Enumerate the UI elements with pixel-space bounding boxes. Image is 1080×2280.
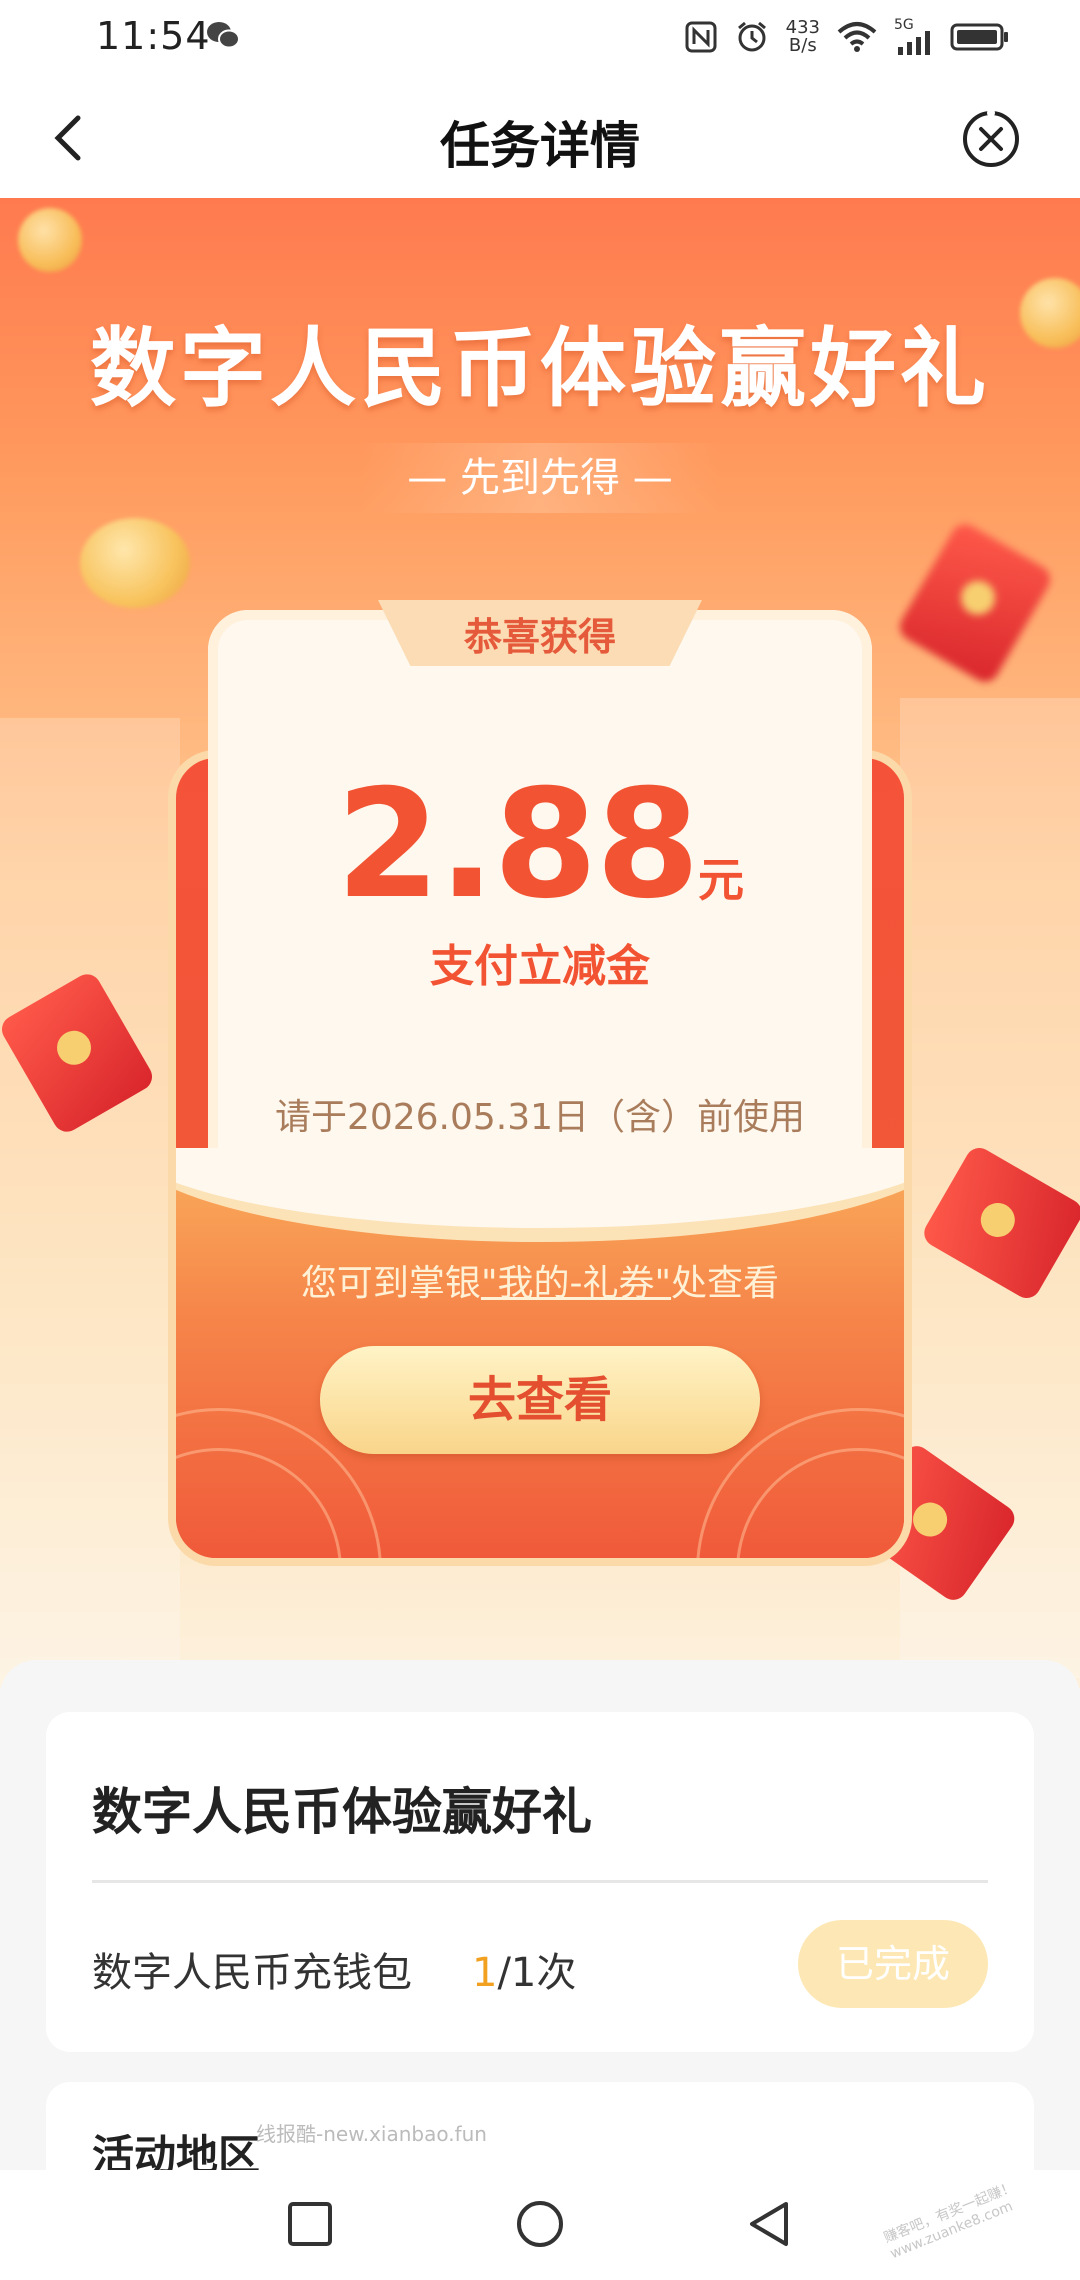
reward-ribbon-label: 恭喜获得 <box>463 615 616 659</box>
wifi-icon <box>837 22 877 52</box>
alarm-icon <box>737 21 766 52</box>
coin-decoration <box>80 518 190 608</box>
task-item-progress: 1/1次 <box>472 1950 577 1996</box>
status-icons: 433 B/s 5G <box>684 12 1010 62</box>
view-coupon-button[interactable]: 去查看 <box>320 1346 760 1454</box>
task-item-label: 数字人民币充钱包 <box>92 1950 412 1996</box>
watermark: 线报酷-new.xianbao.fun <box>256 2122 487 2146</box>
task-card: 数字人民币体验赢好礼 数字人民币充钱包 1/1次 已完成 <box>46 1712 1034 2052</box>
nfc-icon <box>685 21 717 53</box>
red-envelope-decoration <box>894 519 1056 687</box>
hero-subtitle: — 先到先得 — <box>360 443 720 513</box>
task-title: 数字人民币体验赢好礼 <box>92 1783 592 1841</box>
battery-icon <box>950 23 1008 51</box>
pocket-curve <box>176 1148 904 1242</box>
recent-apps-icon[interactable] <box>284 2198 336 2250</box>
watermark-corner: 赚客吧，有奖一起赚！ www.zuanke8.com <box>881 2179 1018 2263</box>
reward-amount-unit: 元 <box>698 853 745 907</box>
back-nav-icon[interactable] <box>744 2198 796 2250</box>
coupon-location-hint: 您可到掌银"我的-礼券"处查看 <box>300 1263 780 1304</box>
home-icon[interactable] <box>514 2198 566 2250</box>
close-icon[interactable] <box>960 108 1022 170</box>
page-title: 任务详情 <box>440 117 640 175</box>
net-speed: 433 B/s <box>785 17 820 56</box>
reward-description: 支付立减金 <box>430 941 650 992</box>
signal-icon: 5G <box>894 17 934 55</box>
status-bar: 11:54 433 B/s 5G <box>0 0 1080 78</box>
system-nav-bar: 赚客吧，有奖一起赚！ www.zuanke8.com <box>0 2170 1080 2280</box>
top-nav-bar: 任务详情 <box>0 78 1080 198</box>
hero-title: 数字人民币体验赢好礼 <box>90 319 990 419</box>
hero-banner: 数字人民币体验赢好礼 — 先到先得 — 恭喜获得 2.88元 支付立减金 请于2… <box>0 198 1080 1688</box>
reward-amount: 2.88元 <box>0 758 1080 932</box>
reward-amount-value: 2.88 <box>335 758 700 932</box>
coin-decoration <box>18 208 82 272</box>
wechat-icon <box>207 22 240 49</box>
reward-expiry: 请于2026.05.31日（含）前使用 <box>274 1097 806 1138</box>
coupon-link[interactable]: "我的-礼券" <box>481 1263 671 1304</box>
status-time: 11:54 <box>96 14 211 58</box>
task-completed-button[interactable]: 已完成 <box>798 1920 988 2008</box>
divider <box>92 1880 988 1883</box>
